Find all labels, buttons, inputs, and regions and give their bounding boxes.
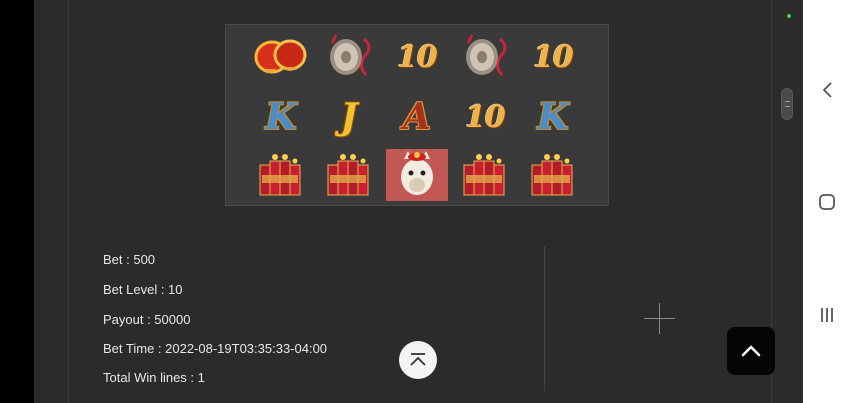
home-icon xyxy=(818,194,835,210)
reel-symbol-label: 10 xyxy=(397,39,438,75)
screen-bezel xyxy=(0,0,34,403)
total-win-lines: Total Win lines : 1 xyxy=(103,370,205,385)
firecracker-symbol xyxy=(522,149,584,201)
gong-symbol xyxy=(318,31,380,83)
scrollbar-thumb[interactable] xyxy=(781,88,793,120)
reel-symbol-label: 10 xyxy=(533,39,574,75)
scroll-gutter xyxy=(772,0,803,403)
firecracker-symbol xyxy=(250,149,312,201)
bet-amount: Bet : 500 xyxy=(103,252,156,267)
firecracker-symbol xyxy=(454,149,516,201)
reel-symbol-label: J xyxy=(340,96,358,138)
alpaca-wild-symbol xyxy=(386,149,448,201)
firecracker-symbol xyxy=(318,149,380,201)
ten-symbol: 10 xyxy=(522,31,584,83)
jack-symbol: J xyxy=(318,91,380,143)
gong-symbol xyxy=(454,31,516,83)
ten-symbol: 10 xyxy=(386,31,448,83)
king-symbol: K xyxy=(522,91,584,143)
plus-icon[interactable] xyxy=(644,303,675,334)
ace-symbol: A xyxy=(386,91,448,143)
scroll-to-top-button[interactable] xyxy=(727,327,775,375)
chevron-up-icon xyxy=(741,345,761,357)
reel-symbol-label: K xyxy=(537,96,569,138)
bet-time: Bet Time : 2022-08-19T03:35:33-04:00 xyxy=(103,341,328,356)
slot-reel-grid: 10 10 K J A 10 K xyxy=(225,24,609,206)
recent-apps-icon xyxy=(820,308,833,322)
payout: Payout : 50000 xyxy=(103,312,191,327)
king-symbol: K xyxy=(250,91,312,143)
lantern-symbol xyxy=(250,31,312,83)
ten-symbol: 10 xyxy=(454,91,516,143)
chevron-up-bar-icon xyxy=(410,353,426,366)
android-nav-bar xyxy=(803,0,850,403)
nav-back-button[interactable] xyxy=(803,70,850,110)
reel-symbol-label: K xyxy=(265,96,297,138)
status-indicator-dot xyxy=(787,14,791,18)
back-icon xyxy=(822,82,832,98)
collapse-button[interactable] xyxy=(399,341,437,379)
nav-home-button[interactable] xyxy=(803,182,850,222)
content-border-left xyxy=(68,0,69,403)
details-divider xyxy=(544,246,545,391)
reel-symbol-label: A xyxy=(403,96,431,138)
nav-recent-apps-button[interactable] xyxy=(803,295,850,335)
reel-symbol-label: 10 xyxy=(465,99,506,135)
bet-level: Bet Level : 10 xyxy=(103,282,183,297)
